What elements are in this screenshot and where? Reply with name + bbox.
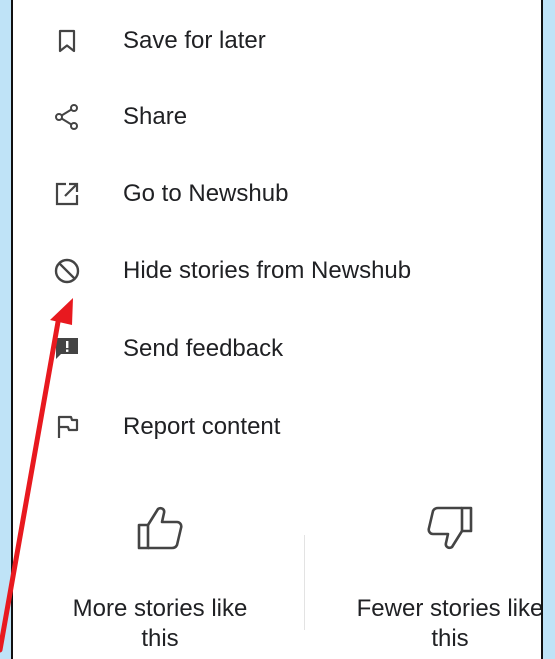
hide-stories-item[interactable]: Hide stories from Newshub (13, 241, 541, 301)
report-content-item[interactable]: Report content (13, 397, 541, 457)
flag-icon (49, 409, 85, 445)
block-icon (49, 253, 85, 289)
open-in-new-icon (49, 176, 85, 212)
share-item[interactable]: Share (13, 87, 541, 147)
send-feedback-label: Send feedback (123, 335, 284, 362)
save-for-later-label: Save for later (123, 27, 266, 54)
thumbs-down-icon (320, 500, 541, 556)
hide-stories-label: Hide stories from Newshub (123, 257, 412, 284)
bookmark-icon (49, 23, 85, 59)
more-stories-button[interactable]: More stories like this (30, 500, 290, 654)
go-to-newshub-item[interactable]: Go to Newshub (13, 164, 541, 224)
vote-divider (304, 535, 305, 630)
go-to-newshub-label: Go to Newshub (123, 180, 289, 207)
save-for-later-item[interactable]: Save for later (13, 11, 541, 71)
report-content-label: Report content (123, 413, 281, 440)
more-stories-label: More stories like this (72, 595, 248, 652)
feedback-icon (49, 331, 85, 367)
share-icon (49, 99, 85, 135)
fewer-stories-button[interactable]: Fewer stories like this (320, 500, 543, 654)
options-sheet: Save for later Share Go to Newshub Hide … (11, 0, 543, 659)
fewer-stories-label: Fewer stories like this (356, 595, 543, 652)
share-label: Share (123, 103, 188, 130)
thumbs-up-icon (30, 500, 290, 556)
send-feedback-item[interactable]: Send feedback (13, 319, 541, 379)
